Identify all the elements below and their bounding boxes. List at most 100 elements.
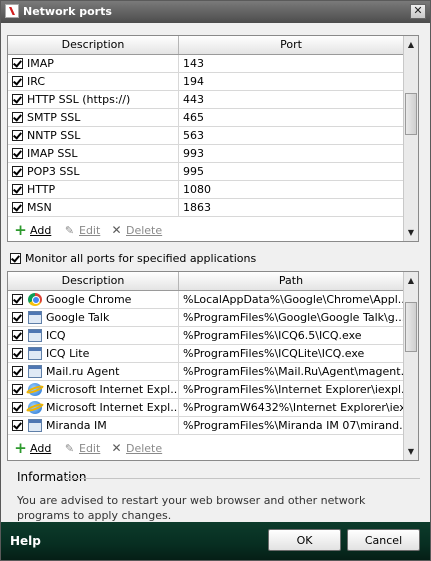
description-cell: SMTP SSL [8, 109, 179, 126]
path-cell: %ProgramFiles%\ICQ6.5\ICQ.exe [179, 327, 404, 344]
checkbox-icon [10, 253, 21, 264]
table-row[interactable]: Google Talk %ProgramFiles%\Google\Google … [8, 309, 404, 327]
row-description: Miranda IM [46, 419, 107, 432]
row-checkbox[interactable] [12, 130, 23, 141]
table-row[interactable]: ICQ %ProgramFiles%\ICQ6.5\ICQ.exe [8, 327, 404, 345]
port-cell: 1863 [179, 199, 404, 216]
row-description: MSN [27, 201, 52, 214]
description-cell: Google Talk [8, 309, 179, 326]
delete-label: Delete [126, 224, 163, 237]
ports-table: Description Port IMAP 143 IRC 194 HTTP SSL (… [7, 35, 419, 242]
pencil-icon: ✎ [64, 442, 75, 455]
plus-icon: + [14, 221, 27, 239]
dialog-footer: Help OK Cancel [1, 522, 430, 560]
table-row[interactable]: IMAP SSL 993 [8, 145, 404, 163]
table-row[interactable]: POP3 SSL 995 [8, 163, 404, 181]
scroll-down-icon[interactable]: ▼ [404, 444, 418, 459]
column-header-path[interactable]: Path [179, 272, 404, 290]
ports-actions: + Add ✎ Edit ✕ Delete [8, 221, 404, 241]
row-description: IRC [27, 75, 46, 88]
ok-button[interactable]: OK [268, 529, 341, 551]
row-description: SMTP SSL [27, 111, 81, 124]
port-cell: 1080 [179, 181, 404, 198]
table-row[interactable]: MSN 1863 [8, 199, 404, 217]
description-cell: Microsoft Internet Expl... [8, 399, 179, 416]
scroll-up-icon[interactable]: ▲ [404, 37, 418, 52]
apps-actions: + Add ✎ Edit ✕ Delete [8, 439, 404, 459]
column-header-description[interactable]: Description [8, 272, 179, 290]
table-row[interactable]: HTTP 1080 [8, 181, 404, 199]
row-checkbox[interactable] [12, 294, 23, 305]
row-checkbox[interactable] [12, 148, 23, 159]
port-cell: 143 [179, 55, 404, 72]
row-checkbox[interactable] [12, 312, 23, 323]
row-checkbox[interactable] [12, 76, 23, 87]
window-title: Network ports [23, 5, 112, 18]
network-ports-dialog: Network ports ✕ Description Port IMAP 143… [0, 0, 431, 561]
port-cell: 443 [179, 91, 404, 108]
row-checkbox[interactable] [12, 330, 23, 341]
row-description: POP3 SSL [27, 165, 80, 178]
add-label: Add [30, 442, 52, 455]
table-row[interactable]: ICQ Lite %ProgramFiles%\ICQLite\ICQ.exe [8, 345, 404, 363]
row-description: Microsoft Internet Expl... [46, 383, 179, 396]
close-button[interactable]: ✕ [410, 4, 426, 19]
column-header-port[interactable]: Port [179, 36, 404, 54]
add-label: Add [30, 224, 52, 237]
description-cell: Google Chrome [8, 291, 179, 308]
row-description: Google Chrome [46, 293, 132, 306]
row-checkbox[interactable] [12, 402, 23, 413]
app-window-icon [28, 311, 42, 324]
row-description: Mail.ru Agent [46, 365, 120, 378]
ports-scrollbar[interactable]: ▲ ▼ [403, 36, 418, 241]
app-window-icon [28, 347, 42, 360]
ports-rows: IMAP 143 IRC 194 HTTP SSL (https://) 443 SMTP … [8, 55, 404, 217]
row-checkbox[interactable] [12, 202, 23, 213]
scroll-thumb[interactable] [405, 302, 417, 352]
chrome-icon [28, 293, 42, 306]
table-row[interactable]: Mail.ru Agent %ProgramFiles%\Mail.Ru\Agen… [8, 363, 404, 381]
row-description: Microsoft Internet Expl... [46, 401, 179, 414]
row-checkbox[interactable] [12, 184, 23, 195]
table-row[interactable]: NNTP SSL 563 [8, 127, 404, 145]
row-description: HTTP [27, 183, 56, 196]
description-cell: HTTP [8, 181, 179, 198]
column-header-description[interactable]: Description [8, 36, 179, 54]
scroll-down-icon[interactable]: ▼ [404, 225, 418, 240]
row-description: ICQ Lite [46, 347, 90, 360]
table-row[interactable]: IRC 194 [8, 73, 404, 91]
description-cell: Microsoft Internet Expl... [8, 381, 179, 398]
row-checkbox[interactable] [12, 94, 23, 105]
apps-scrollbar[interactable]: ▲ ▼ [403, 272, 418, 460]
description-cell: ICQ Lite [8, 345, 179, 362]
title-bar: Network ports ✕ [1, 1, 430, 23]
row-checkbox[interactable] [12, 112, 23, 123]
row-description: IMAP [27, 57, 54, 70]
apps-table-header: Description Path [8, 272, 404, 291]
row-checkbox[interactable] [12, 420, 23, 431]
help-link[interactable]: Help [10, 534, 41, 548]
scroll-up-icon[interactable]: ▲ [404, 273, 418, 288]
table-row[interactable]: SMTP SSL 465 [8, 109, 404, 127]
path-cell: %LocalAppData%\Google\Chrome\Appl... [179, 291, 404, 308]
scroll-thumb[interactable] [405, 93, 417, 135]
description-cell: POP3 SSL [8, 163, 179, 180]
table-row[interactable]: HTTP SSL (https://) 443 [8, 91, 404, 109]
information-heading: Information [17, 470, 87, 484]
row-checkbox[interactable] [12, 58, 23, 69]
table-row[interactable]: Microsoft Internet Expl... %ProgramFiles%… [8, 381, 404, 399]
row-description: ICQ [46, 329, 66, 342]
path-cell: %ProgramFiles%\Google\Google Talk\g... [179, 309, 404, 326]
cross-icon: ✕ [111, 223, 122, 237]
table-row[interactable]: Miranda IM %ProgramFiles%\Miranda IM 07\m… [8, 417, 404, 435]
table-row[interactable]: Microsoft Internet Expl... %ProgramW6432%… [8, 399, 404, 417]
row-checkbox[interactable] [12, 348, 23, 359]
row-checkbox[interactable] [12, 366, 23, 377]
description-cell: MSN [8, 199, 179, 216]
cancel-button[interactable]: Cancel [347, 529, 420, 551]
information-text: You are advised to restart your web brow… [17, 494, 366, 522]
row-checkbox[interactable] [12, 384, 23, 395]
table-row[interactable]: IMAP 143 [8, 55, 404, 73]
row-checkbox[interactable] [12, 166, 23, 177]
table-row[interactable]: Google Chrome %LocalAppData%\Google\Chrom… [8, 291, 404, 309]
